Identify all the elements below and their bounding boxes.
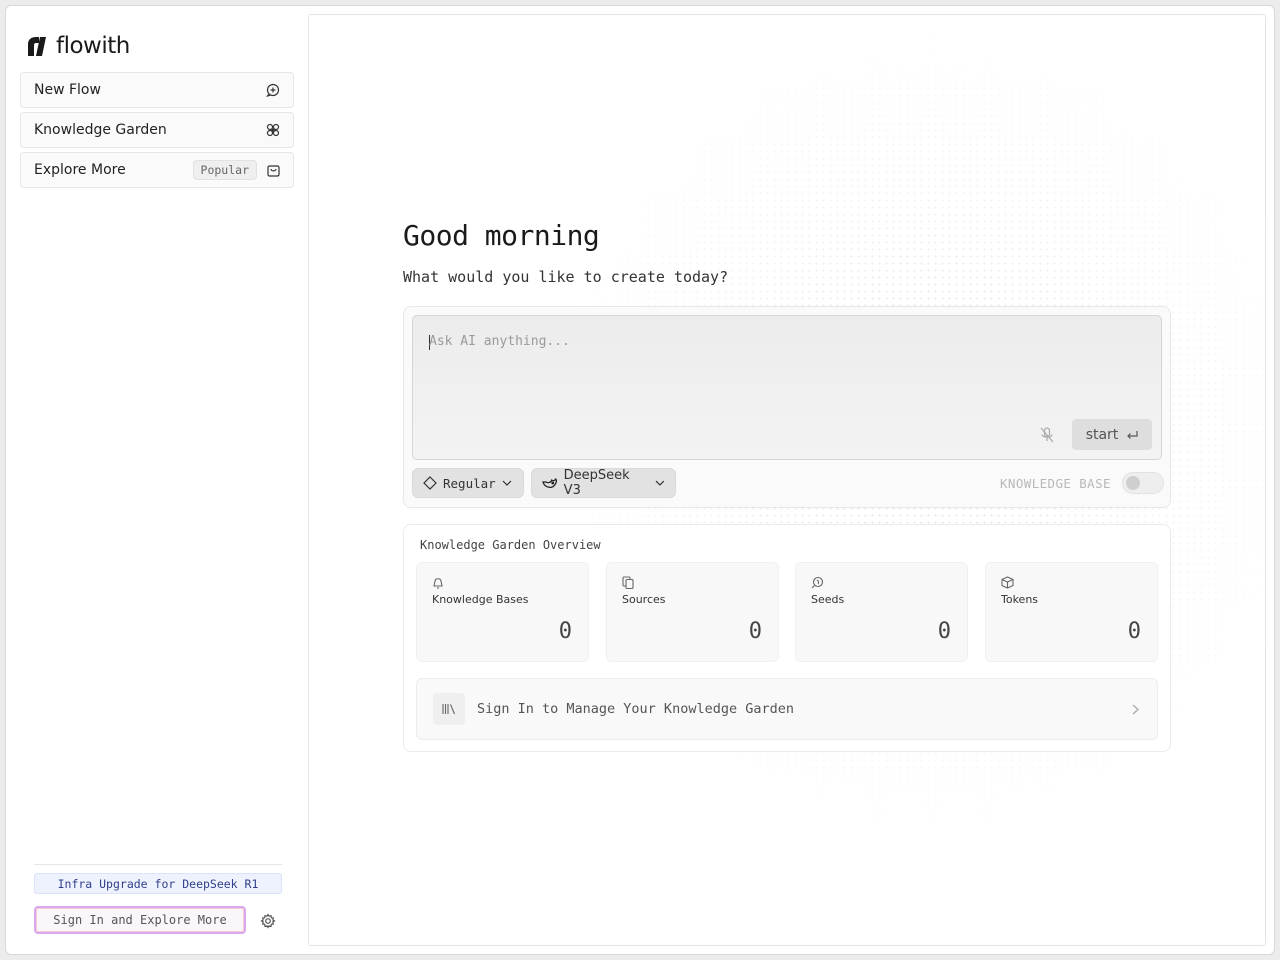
knowledge-base-label: KNOWLEDGE BASE xyxy=(1000,476,1111,491)
stat-value: 0 xyxy=(937,619,951,644)
stat-card-seeds: Seeds 0 xyxy=(795,562,968,662)
stat-value: 0 xyxy=(748,619,762,644)
cube-icon xyxy=(1001,574,1015,589)
chevron-down-icon xyxy=(502,480,512,486)
stat-label: Tokens xyxy=(1001,593,1039,606)
sidebar-item-label: Explore More xyxy=(34,162,126,178)
overview-title: Knowledge Garden Overview xyxy=(420,538,601,552)
app-window: flowith New Flow Knowledge Garden Explor… xyxy=(5,5,1275,955)
prompt-input[interactable]: Ask AI anything... start xyxy=(412,315,1162,460)
sign-in-button[interactable]: Sign In and Explore More xyxy=(34,906,246,934)
library-icon xyxy=(433,693,465,725)
knowledge-base-toggle[interactable] xyxy=(1122,472,1164,494)
sidebar-item-knowledge-garden[interactable]: Knowledge Garden xyxy=(20,112,294,148)
prompt-composer: Ask AI anything... start Regular DeepSee… xyxy=(403,306,1171,508)
start-label: start xyxy=(1085,426,1119,443)
brand-logo[interactable]: flowith xyxy=(26,32,130,60)
main-panel: Good morning What would you like to crea… xyxy=(308,14,1266,946)
sidebar-item-new-flow[interactable]: New Flow xyxy=(20,72,294,108)
stat-card-tokens: Tokens 0 xyxy=(985,562,1158,662)
stat-value: 0 xyxy=(1127,619,1141,644)
chat-plus-icon xyxy=(265,82,281,98)
mode-label: Regular xyxy=(443,475,496,491)
sidebar-item-label: New Flow xyxy=(34,82,101,98)
stat-label: Knowledge Bases xyxy=(432,593,529,606)
prompt-placeholder: Ask AI anything... xyxy=(429,334,570,349)
sidebar-item-label: Knowledge Garden xyxy=(34,122,167,138)
diamond-icon xyxy=(423,476,437,490)
brand-name: flowith xyxy=(56,33,130,59)
stat-value: 0 xyxy=(558,619,572,644)
stat-label: Sources xyxy=(622,593,666,606)
toggle-knob xyxy=(1126,476,1140,490)
enter-key-icon xyxy=(1127,430,1138,439)
chevron-right-icon xyxy=(1132,700,1139,719)
flower-icon xyxy=(265,122,281,138)
mode-selector[interactable]: Regular xyxy=(412,468,524,498)
greeting-subtitle: What would you like to create today? xyxy=(403,268,729,286)
model-label: DeepSeek V3 xyxy=(563,468,630,498)
popular-badge: Popular xyxy=(192,160,257,180)
model-selector[interactable]: DeepSeek V3 xyxy=(531,468,676,498)
start-button[interactable]: start xyxy=(1072,419,1152,450)
stat-label: Seeds xyxy=(811,593,845,606)
microphone-button[interactable] xyxy=(1027,419,1067,450)
sidebar-divider xyxy=(34,864,282,865)
manage-label: Sign In to Manage Your Knowledge Garden xyxy=(477,701,794,717)
deepseek-whale-icon xyxy=(542,477,557,488)
chevron-down-icon xyxy=(655,480,665,486)
bag-icon xyxy=(265,162,281,178)
logo-mark-icon xyxy=(28,37,46,56)
greeting-heading: Good morning xyxy=(403,219,600,252)
promo-banner[interactable]: Infra Upgrade for DeepSeek R1 xyxy=(34,873,282,894)
sidebar: flowith New Flow Knowledge Garden Explor… xyxy=(6,6,306,954)
manage-knowledge-garden-button[interactable]: Sign In to Manage Your Knowledge Garden xyxy=(416,678,1158,740)
copy-icon xyxy=(622,574,636,590)
knowledge-garden-overview: Knowledge Garden Overview Knowledge Base… xyxy=(403,524,1171,752)
settings-gear-icon[interactable] xyxy=(260,913,276,929)
stat-card-sources: Sources 0 xyxy=(606,562,779,662)
stat-card-knowledge-bases: Knowledge Bases 0 xyxy=(416,562,589,662)
microphone-off-icon xyxy=(1040,426,1054,442)
bell-icon xyxy=(432,574,446,589)
seed-icon xyxy=(811,574,825,589)
sidebar-item-explore-more[interactable]: Explore More Popular xyxy=(20,152,294,188)
